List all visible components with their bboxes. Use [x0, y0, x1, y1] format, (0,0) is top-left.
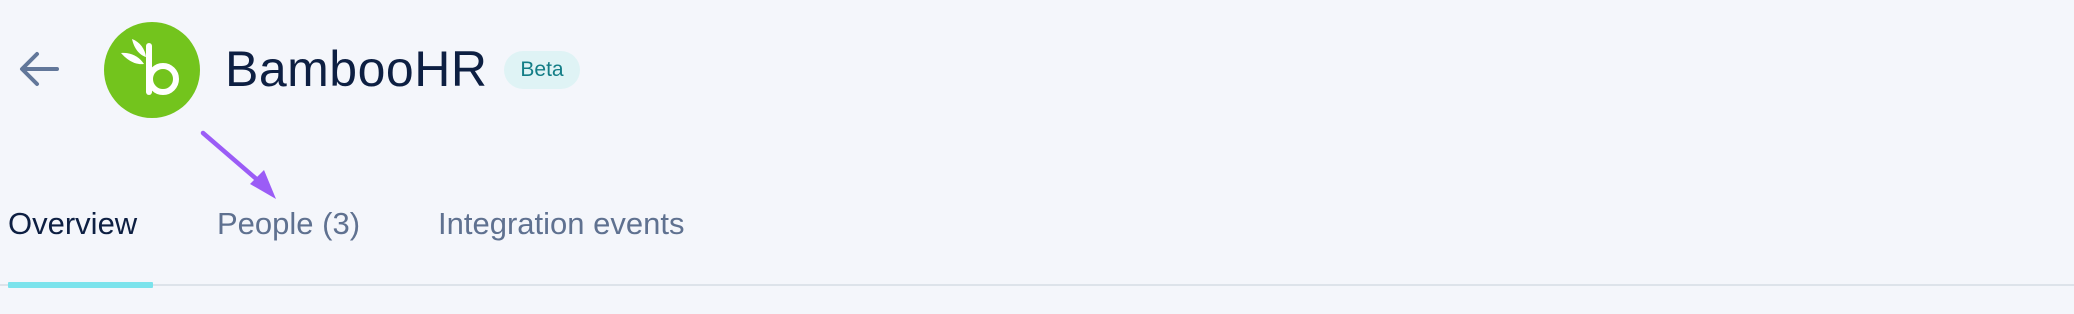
bamboohr-logo: [104, 22, 200, 118]
tab-divider: [0, 284, 2074, 286]
tab-integration-events[interactable]: Integration events: [438, 204, 684, 244]
arrow-pointer-annotation: [200, 130, 276, 199]
arrow-left-icon: [20, 52, 59, 86]
tab-bar: Overview People (3) Integration events: [0, 196, 2074, 288]
back-button[interactable]: [12, 42, 66, 96]
tab-people[interactable]: People (3): [217, 204, 360, 244]
active-tab-indicator: [8, 282, 153, 288]
tab-overview[interactable]: Overview: [8, 204, 137, 244]
bamboohr-logo-icon: [121, 39, 179, 95]
app-title: BambooHR: [225, 41, 488, 97]
beta-badge: Beta: [504, 51, 580, 89]
